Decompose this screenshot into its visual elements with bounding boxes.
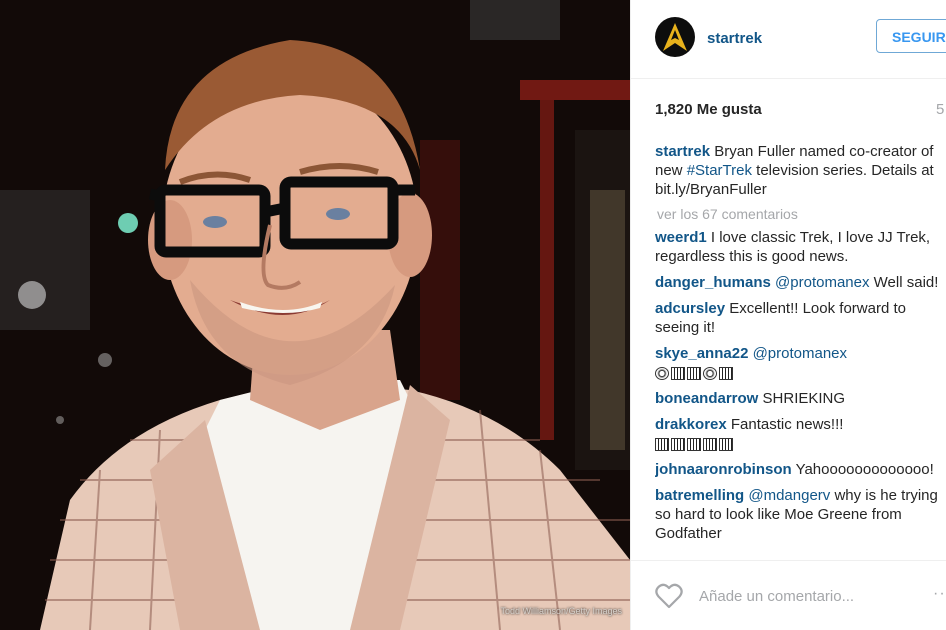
hashtag-link[interactable]: #StarTrek — [687, 162, 752, 179]
profile-username[interactable]: startrek — [707, 30, 762, 47]
emoji-row — [655, 366, 733, 380]
comment-bar: ··· — [631, 560, 946, 630]
post-photo: Todd Williamson/Getty Images — [0, 0, 630, 630]
emoji-glyph-icon — [687, 437, 701, 451]
comment-username[interactable]: boneandarrow — [655, 390, 758, 407]
portrait-image — [0, 0, 630, 630]
comment-item: batremelling @mdangerv why is he trying … — [655, 486, 945, 543]
panda-emoji-icon — [655, 366, 669, 380]
comment-username[interactable]: johnaaronrobinson — [655, 461, 792, 478]
comment-username[interactable]: drakkorex — [655, 416, 727, 433]
emoji-row — [655, 437, 733, 451]
caption: startrek Bryan Fuller named co-creator o… — [655, 142, 945, 199]
add-comment-input[interactable] — [699, 588, 899, 605]
like-count[interactable]: 1,820 Me gusta — [655, 101, 762, 118]
emoji-glyph-icon — [671, 366, 685, 380]
comment-username[interactable]: danger_humans — [655, 274, 771, 291]
comments-list: startrek Bryan Fuller named co-creator o… — [655, 142, 946, 558]
view-all-comments-link[interactable]: ver los 67 comentarios — [657, 206, 946, 222]
comment-item: adcursley Excellent!! Look forward to se… — [655, 299, 945, 337]
avatar[interactable] — [655, 17, 695, 57]
emoji-glyph-icon — [719, 366, 733, 380]
comment-username[interactable]: weerd1 — [655, 229, 707, 246]
comment-username[interactable]: batremelling — [655, 487, 744, 504]
photo-credit: Todd Williamson/Getty Images — [500, 606, 622, 616]
post-header: startrek SEGUIR — [631, 0, 946, 79]
comment-item: weerd1 I love classic Trek, I love JJ Tr… — [655, 228, 945, 266]
emoji-glyph-icon — [655, 437, 669, 451]
heart-icon[interactable] — [655, 583, 683, 609]
comment-item: danger_humans @protomanex Well said! — [655, 273, 945, 292]
comment-mention[interactable]: @protomanex — [775, 274, 869, 291]
comment-username[interactable]: skye_anna22 — [655, 345, 748, 362]
caption-username[interactable]: startrek — [655, 143, 710, 160]
post-time[interactable]: 5 — [936, 101, 944, 118]
comment-text: SHRIEKING — [762, 390, 846, 407]
panda-emoji-icon — [703, 366, 717, 380]
comment-text: Well said! — [869, 274, 939, 291]
comment-item: boneandarrow SHRIEKING — [655, 389, 945, 408]
emoji-glyph-icon — [719, 437, 733, 451]
emoji-glyph-icon — [671, 437, 685, 451]
star-trek-delta-icon — [663, 23, 687, 51]
comment-text: Fantastic news!!! — [730, 416, 844, 433]
comment-mention[interactable]: @mdangerv — [748, 487, 830, 504]
follow-button[interactable]: SEGUIR — [876, 19, 946, 53]
comment-item: johnaaronrobinson Yahooooooooooooo! — [655, 460, 945, 479]
post-sidebar: startrek SEGUIR 1,820 Me gusta 5 startre… — [630, 0, 946, 630]
comment-mention[interactable]: @protomanex — [753, 345, 847, 362]
comment-username[interactable]: adcursley — [655, 300, 725, 317]
comment-item: drakkorex Fantastic news!!! — [655, 415, 945, 453]
emoji-glyph-icon — [687, 366, 701, 380]
comment-item: skye_anna22 @protomanex — [655, 344, 945, 382]
more-options-icon[interactable]: ··· — [933, 585, 946, 603]
emoji-glyph-icon — [703, 437, 717, 451]
comment-text: Yahooooooooooooo! — [795, 461, 934, 478]
